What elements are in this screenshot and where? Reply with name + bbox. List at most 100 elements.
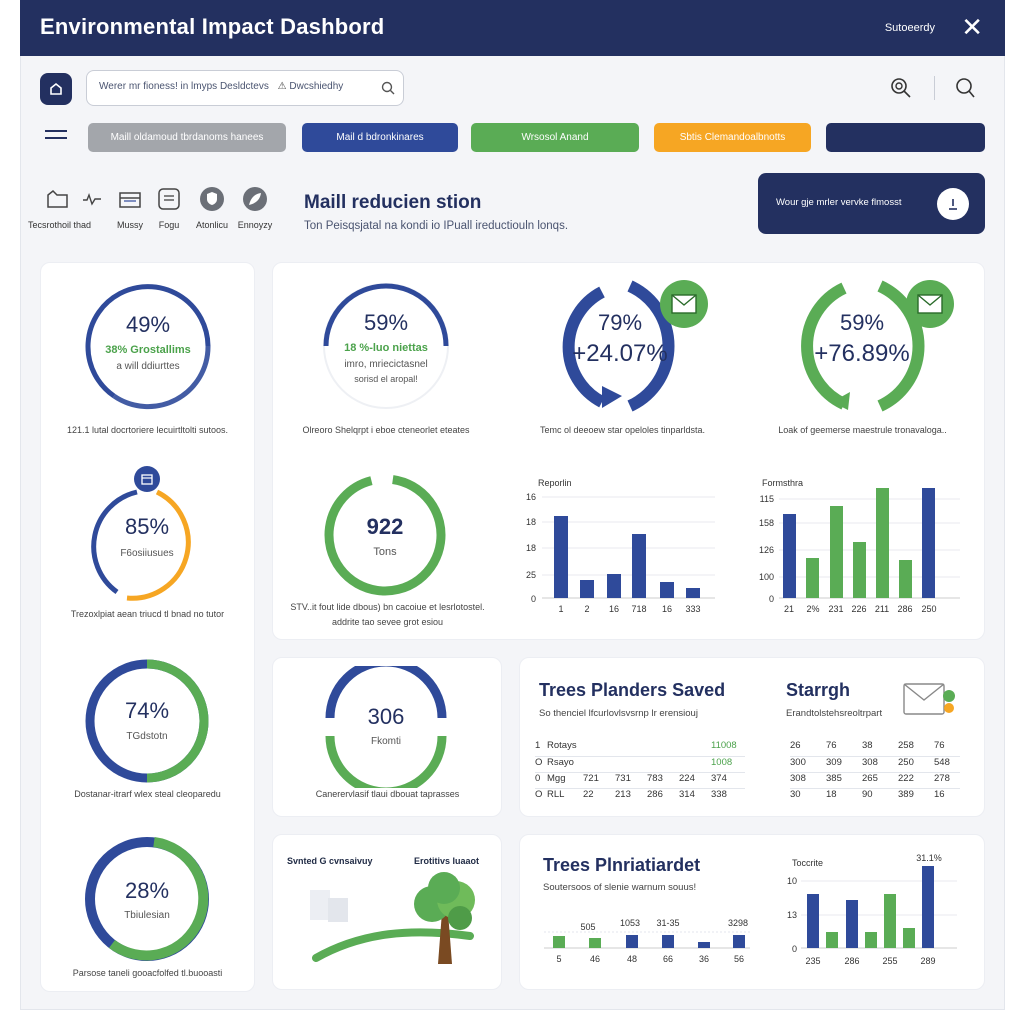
quick-item-label: Ennoyzy [237,220,273,230]
growth-right-label: Erotitivs Iuaaot [414,856,480,866]
bar1-xtick: 16 [662,604,672,614]
gauge-caption: Canerervlasif tlaui dbouat taprasses [315,789,460,799]
bar1-ytick: 18 [526,543,536,553]
bar1-ytick: 25 [526,570,536,580]
bar2-xtick: 226 [851,604,866,614]
gauge-caption: Loak of geemerse maestrule tronavaloga.. [778,425,947,435]
zoom-icon [891,78,911,98]
tree-icon [414,872,475,964]
mail-notification-icon [902,680,958,724]
bar2-bar [830,506,843,598]
warning-icon: ⚠ [277,81,287,92]
gauge-28: 28% Tbiulesian [82,834,212,964]
gauge-caption: Temc ol deeoew star opeloles tinparldsta… [539,425,706,435]
bar3-bar [826,932,838,948]
table-row: O Rsayo 1008 [535,756,745,772]
bar3-bar [903,928,915,948]
bar2-xtick: 21 [784,604,794,614]
forecast-button[interactable]: Wour gje mrler vervke flmosst [758,173,985,234]
filter-chip-1[interactable]: Maill oldamoud tbrdanoms hanees [88,123,286,152]
title-bar: Environmental Impact Dashbord Sutoeerdy … [20,0,1005,56]
trees2-xtick: 36 [699,954,709,964]
bar-chart-3: 31.1% 10 13 0 235 286 255 289 [787,853,957,966]
gauge-delta: +24.07% [572,340,668,367]
gauge-caption-2: addrite tao sevee grot esiou [331,617,444,627]
bar1-xtick: 2 [584,604,589,614]
home-icon [50,82,62,95]
bar1-bar [580,580,594,598]
trees2-xtick: 46 [590,954,600,964]
global-search-button[interactable] [953,76,977,105]
trees2-top: 31-35 [656,918,679,928]
trees2-top: 1053 [620,918,640,928]
trees2-xtick: 5 [556,954,561,964]
bar1-bar [607,574,621,598]
bar2-ytick: 0 [769,594,774,604]
bar3-bar [865,932,877,948]
bar3-bar [884,894,896,948]
bar-chart-2: 115 158 126 100 0 21 2% 231 226 211 286 … [759,488,960,614]
bar-chart-1: 16 18 18 25 0 1 2 16 718 16 333 [526,492,715,614]
close-icon[interactable]: ✕ [961,14,983,40]
filter-chip-2[interactable]: Mail d bdronkinares [302,123,458,152]
download-icon[interactable] [937,188,969,220]
user-name[interactable]: Sutoeerdy [885,22,935,34]
filter-chip-4[interactable]: Sbtis Clemandoalbnotts [654,123,811,152]
news-icon [158,188,180,210]
filter-chip-3[interactable]: Wrsosol Anand [471,123,639,152]
search-icon[interactable] [381,81,395,95]
zoom-button[interactable] [889,76,913,105]
bar1-bar [632,534,646,598]
bar2-xtick: 231 [828,604,843,614]
table-row: O RLL 22 213 286 314 338 [535,788,727,800]
bar2-ytick: 158 [759,518,774,528]
bar2-ytick: 100 [759,572,774,582]
bar1-bar [660,582,674,598]
gauge-49: 49% 38% Grostallims a will ddiurttes [80,278,216,414]
app-title: Environmental Impact Dashbord [40,14,385,39]
trees-planted-title: Trees Plnriatiardet [543,855,701,875]
gauge-sub: TGdstotn [126,731,168,742]
section-title: Maill reducien stion [304,192,482,213]
bar3-bar [807,894,819,948]
trees2-bar [626,935,638,948]
gauge-value: 74% [124,698,170,723]
bar1-xtick: 1 [558,604,563,614]
home-button[interactable] [40,73,72,105]
gauge-value: 306 [367,704,405,729]
strength-subtitle: Erandtolstehsreoltrpart [786,708,883,719]
bar1-bar [686,588,700,598]
search-text: Werer mr fioness! in lmyps Desldctevs [99,81,269,92]
gauge-sub2: imro, mriecictasnel [344,359,428,370]
bar3-xtick: 286 [844,956,859,966]
mail-icon [660,280,708,328]
table-row: 1 Rotays 11008 [535,740,745,756]
bar3-bar [846,900,858,948]
trees2-bar [733,935,745,948]
filter-chip-5[interactable] [826,123,985,152]
bar3-ytick: 10 [787,876,797,886]
bar2-ytick: 126 [759,545,774,555]
tree-growth-illustration [310,872,475,964]
quick-item-6[interactable]: Ennoyzy [225,186,285,230]
leaf-icon [243,187,267,211]
bar3-xtick: 235 [805,956,820,966]
trees-saved-subtitle: So thenciel lfcurlovlsvsrnp lr erensiouj [539,708,698,719]
bar2-ytick: 115 [760,494,774,504]
folder-icon [47,189,68,208]
gauge-delta: +76.89% [814,340,910,367]
trees2-bar [589,938,601,948]
hamburger-menu-icon[interactable] [45,130,67,144]
gauge-value: 85% [124,514,170,539]
search-hint: Dwcshiedhy [289,81,344,92]
bar2-xtick: 211 [875,604,889,614]
mail-icon [906,280,954,328]
bar-chart-1-title: Reporlin [538,478,572,488]
table-row: 0 Mgg 721 731 783 224 374 [535,772,745,788]
search-input[interactable]: Werer mr fioness! in lmyps Desldctevs ⚠ … [86,70,404,106]
trees2-xtick: 66 [663,954,673,964]
trees2-top: 3298 [728,918,748,928]
bar2-xtick: 2% [806,604,819,614]
trees-saved-title: Trees Planders Saved [539,680,726,700]
gauge-caption: Parsose taneli gooacfolfed tl.buooasti [72,968,223,978]
